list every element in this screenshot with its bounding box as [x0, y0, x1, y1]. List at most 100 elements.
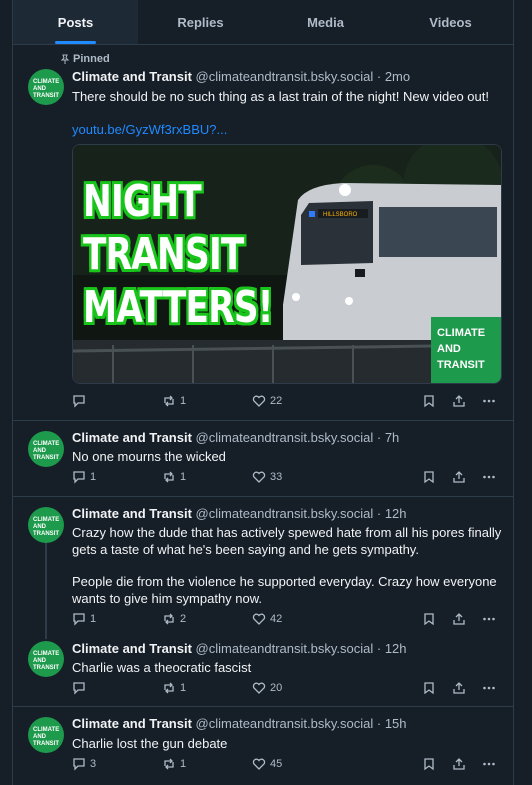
post-actions: 1 1 33	[72, 470, 502, 488]
reply-button[interactable]	[72, 394, 90, 408]
avatar[interactable]: CLIMATE AND TRANSIT	[28, 431, 64, 467]
reply-button[interactable]: 1	[72, 612, 96, 626]
like-count: 42	[270, 613, 283, 625]
reply-button[interactable]: 3	[72, 757, 96, 771]
avatar[interactable]: CLIMATE AND TRANSIT	[28, 641, 64, 677]
like-count: 33	[270, 471, 283, 483]
post-actions: 1 20	[72, 681, 502, 699]
author-handle[interactable]: @climateandtransit.bsky.social	[196, 69, 374, 84]
post-header: Climate and Transit @climateandtransit.b…	[72, 430, 399, 445]
author-handle[interactable]: @climateandtransit.bsky.social	[196, 641, 374, 656]
tab-media[interactable]: Media	[263, 0, 388, 44]
repost-icon	[164, 682, 174, 694]
repost-button[interactable]: 1	[162, 394, 186, 408]
repost-count: 2	[180, 613, 187, 625]
author-handle[interactable]: @climateandtransit.bsky.social	[196, 716, 374, 731]
share-icon	[453, 682, 465, 694]
bookmark-button[interactable]	[422, 612, 436, 626]
tab-replies[interactable]: Replies	[138, 0, 263, 44]
tab-videos[interactable]: Videos	[388, 0, 513, 44]
avatar[interactable]: CLIMATE AND TRANSIT	[28, 717, 64, 753]
bookmark-button[interactable]	[422, 757, 436, 771]
author-name[interactable]: Climate and Transit	[72, 716, 192, 731]
post-time[interactable]: · 12h	[377, 506, 407, 521]
svg-text:CLIMATE: CLIMATE	[33, 517, 59, 523]
bookmark-icon	[424, 613, 434, 626]
repost-count: 1	[180, 471, 187, 483]
share-button[interactable]	[452, 757, 466, 771]
pinned-indicator: Pinned	[60, 53, 110, 65]
thumbnail-line: MATTERS!	[83, 282, 273, 333]
post-text: No one mourns the wicked	[72, 449, 226, 464]
repost-button[interactable]: 2	[162, 612, 186, 626]
post-time[interactable]: · 7h	[377, 430, 399, 445]
thumbnail-logo: CLIMATE AND TRANSIT	[431, 317, 501, 383]
like-count: 45	[270, 758, 283, 770]
like-button[interactable]: 20	[252, 681, 282, 695]
author-name[interactable]: Climate and Transit	[72, 641, 192, 656]
author-name[interactable]: Climate and Transit	[72, 69, 192, 84]
more-options-button[interactable]	[482, 757, 496, 771]
like-button[interactable]: 22	[252, 394, 282, 408]
thumbnail-logo-line: CLIMATE	[437, 327, 486, 339]
post-header: Climate and Transit @climateandtransit.b…	[72, 69, 410, 84]
reply-button[interactable]: 1	[72, 470, 96, 484]
post[interactable]: CLIMATE AND TRANSIT Climate and Transit @c…	[13, 707, 513, 785]
reply-icon	[73, 613, 85, 626]
share-button[interactable]	[452, 470, 466, 484]
more-options-button[interactable]	[482, 681, 496, 695]
climate-transit-logo-icon: CLIMATEANDTRANSIT	[33, 517, 59, 537]
tab-posts[interactable]: Posts	[13, 0, 138, 44]
repost-count: 1	[180, 395, 187, 407]
svg-text:TRANSIT: TRANSIT	[33, 741, 59, 747]
reply-count: 3	[90, 758, 97, 770]
post-link[interactable]: youtu.be/GyzWf3rxBBU?...	[72, 121, 502, 138]
heart-icon	[252, 395, 266, 407]
bookmark-button[interactable]	[422, 394, 436, 408]
like-button[interactable]: 42	[252, 612, 282, 626]
more-options-button[interactable]	[482, 394, 496, 408]
post-time[interactable]: · 15h	[377, 716, 407, 731]
reply-button[interactable]	[72, 681, 90, 695]
thread-line	[45, 543, 47, 639]
share-button[interactable]	[452, 394, 466, 408]
avatar[interactable]: CLIMATE AND TRANSIT	[28, 69, 64, 105]
heart-icon	[252, 758, 266, 770]
thread: CLIMATE AND TRANSIT Climate and Transit @c…	[13, 497, 513, 707]
bookmark-button[interactable]	[422, 470, 436, 484]
bookmark-button[interactable]	[422, 681, 436, 695]
like-count: 20	[270, 682, 283, 694]
post-actions: 1 2 42	[72, 612, 502, 630]
repost-icon	[164, 395, 174, 407]
more-options-button[interactable]	[482, 470, 496, 484]
svg-text:AND: AND	[33, 734, 47, 740]
share-button[interactable]	[452, 681, 466, 695]
post-pinned[interactable]: Pinned CLIMATE AND TRANSIT Climate and Tra…	[13, 45, 513, 421]
repost-button[interactable]: 1	[162, 757, 186, 771]
thumbnail-logo-line: AND	[437, 343, 461, 355]
repost-button[interactable]: 1	[162, 681, 186, 695]
like-button[interactable]: 33	[252, 470, 282, 484]
svg-text:AND: AND	[33, 86, 47, 92]
post-time[interactable]: · 2mo	[377, 69, 410, 84]
repost-icon	[164, 613, 174, 625]
post-text-paragraph: People die from the violence he supporte…	[72, 574, 497, 606]
svg-text:CLIMATE: CLIMATE	[33, 651, 59, 657]
post-time[interactable]: · 12h	[377, 641, 407, 656]
post-header: Climate and Transit @climateandtransit.b…	[72, 641, 407, 656]
avatar[interactable]: CLIMATE AND TRANSIT	[28, 507, 64, 543]
repost-button[interactable]: 1	[162, 470, 186, 484]
like-count: 22	[270, 395, 283, 407]
share-button[interactable]	[452, 612, 466, 626]
video-thumbnail[interactable]: HILLSBORO NIGHT TRANSIT MATTERS! CLIMATE	[72, 144, 502, 384]
author-handle[interactable]: @climateandtransit.bsky.social	[196, 430, 374, 445]
svg-text:TRANSIT: TRANSIT	[33, 665, 59, 671]
author-name[interactable]: Climate and Transit	[72, 430, 192, 445]
post[interactable]: CLIMATE AND TRANSIT Climate and Transit @c…	[13, 421, 513, 497]
like-button[interactable]: 45	[252, 757, 282, 771]
author-name[interactable]: Climate and Transit	[72, 506, 192, 521]
author-handle[interactable]: @climateandtransit.bsky.social	[196, 506, 374, 521]
more-options-button[interactable]	[482, 612, 496, 626]
pin-icon	[60, 54, 70, 64]
profile-feed: Posts Replies Media Videos Pinned CLIMAT…	[12, 0, 514, 785]
